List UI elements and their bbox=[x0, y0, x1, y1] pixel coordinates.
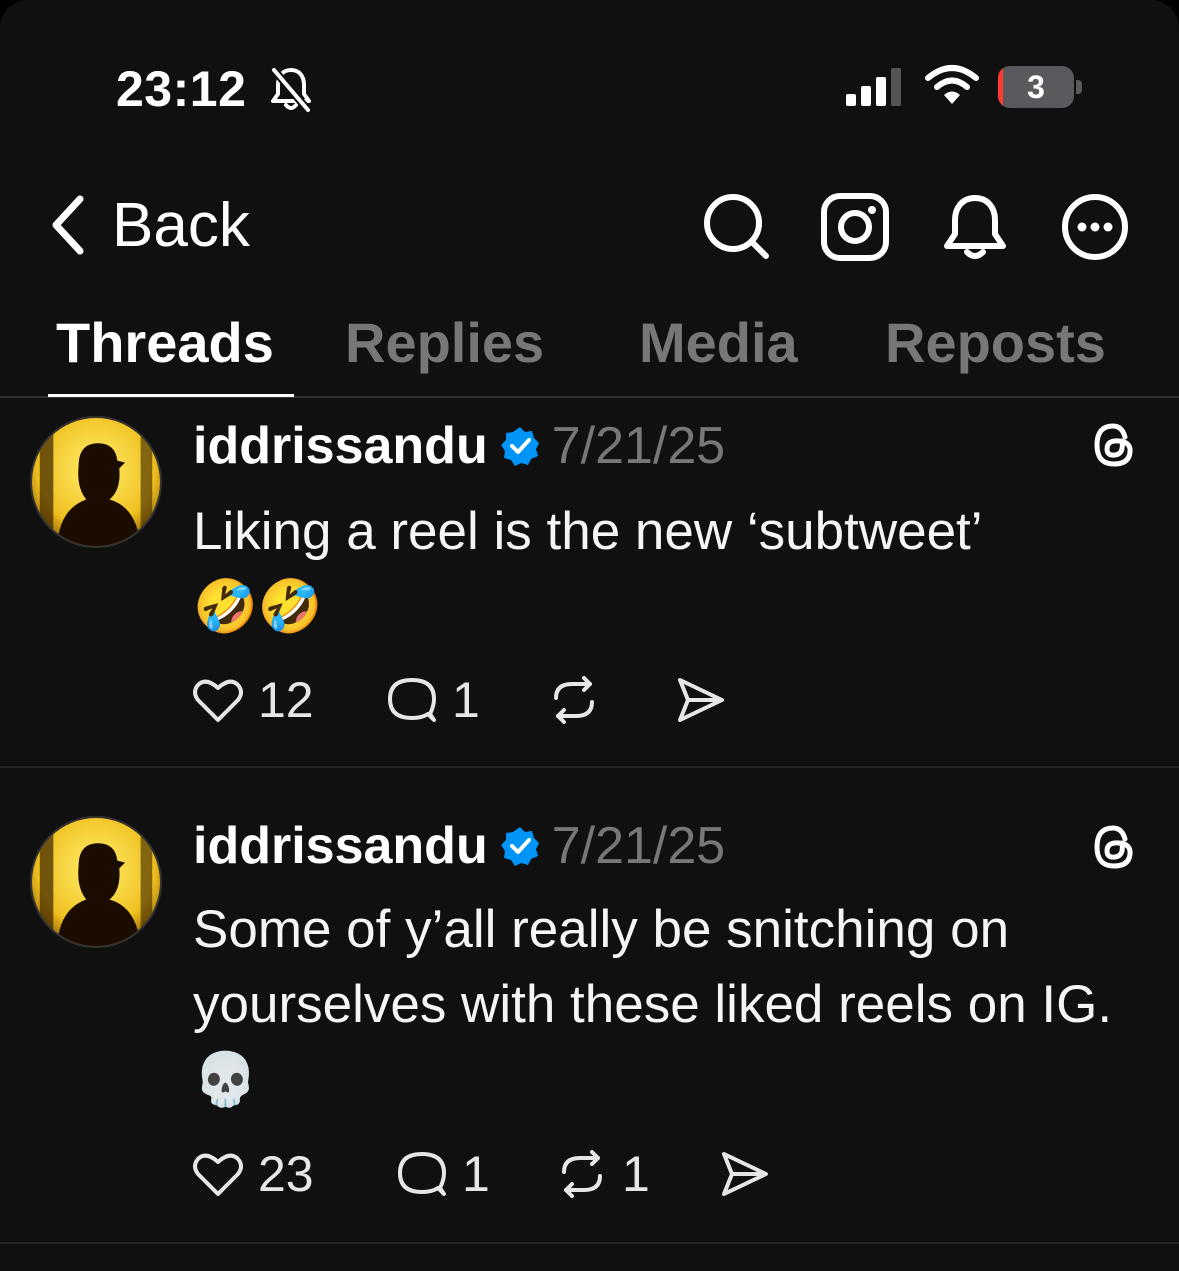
send-icon bbox=[722, 1152, 768, 1196]
like-button[interactable]: 23 bbox=[190, 1144, 314, 1204]
status-time: 23:12 bbox=[116, 61, 247, 117]
battery-indicator: 3 bbox=[998, 66, 1082, 108]
username[interactable]: iddrissandu bbox=[193, 416, 488, 476]
more-button[interactable] bbox=[1058, 190, 1132, 264]
threads-profile-screen: 23:12 3 Back Threads Replies Media Repos… bbox=[0, 0, 1179, 1271]
heart-icon bbox=[193, 1153, 243, 1196]
bell-icon bbox=[944, 195, 1006, 259]
post-actions: 23 1 1 bbox=[190, 1144, 810, 1204]
like-count: 12 bbox=[258, 672, 314, 728]
like-count: 23 bbox=[258, 1146, 314, 1202]
tab-media[interactable]: Media bbox=[639, 310, 798, 375]
wifi-icon bbox=[925, 65, 979, 104]
tab-replies[interactable]: Replies bbox=[345, 310, 544, 375]
username[interactable]: iddrissandu bbox=[193, 816, 488, 876]
instagram-button[interactable] bbox=[818, 190, 892, 264]
send-icon bbox=[678, 678, 724, 722]
like-button[interactable]: 12 bbox=[190, 670, 314, 730]
status-bar: 23:12 3 bbox=[0, 0, 1179, 170]
back-button[interactable]: Back bbox=[46, 188, 250, 262]
reply-count: 1 bbox=[462, 1146, 490, 1202]
thread-post[interactable]: iddrissandu 7/21/25 Liking a reel is the… bbox=[0, 398, 1179, 768]
post-text: Liking a reel is the new ‘subtweet’ 🤣🤣 bbox=[193, 502, 983, 637]
avatar[interactable] bbox=[30, 416, 162, 548]
battery-level: 3 bbox=[1027, 69, 1045, 105]
avatar[interactable] bbox=[30, 816, 162, 948]
post-text: Some of y’all really be snitching on you… bbox=[193, 900, 1113, 1110]
heart-icon bbox=[193, 679, 243, 722]
share-button[interactable] bbox=[672, 670, 728, 730]
reply-button[interactable]: 1 bbox=[384, 670, 480, 730]
search-button[interactable] bbox=[700, 190, 774, 264]
tab-threads[interactable]: Threads bbox=[56, 310, 274, 375]
tab-reposts[interactable]: Reposts bbox=[885, 310, 1106, 375]
threads-logo-icon[interactable] bbox=[1089, 420, 1139, 470]
avatar-silhouette-image bbox=[32, 418, 160, 546]
share-button[interactable] bbox=[716, 1144, 772, 1204]
back-label: Back bbox=[112, 190, 250, 260]
active-tab-indicator bbox=[48, 394, 294, 397]
repost-icon bbox=[562, 1150, 602, 1198]
reply-button[interactable]: 1 bbox=[394, 1144, 490, 1204]
repost-button[interactable] bbox=[546, 670, 614, 730]
more-icon bbox=[1062, 194, 1128, 260]
thread-post[interactable]: iddrissandu 7/21/25 Some of y’all really… bbox=[0, 768, 1179, 1244]
verified-badge-icon bbox=[500, 827, 539, 866]
repost-icon bbox=[554, 676, 594, 724]
post-emoji: 🤣🤣 bbox=[193, 577, 323, 637]
comment-icon bbox=[398, 1152, 446, 1196]
instagram-icon bbox=[821, 193, 889, 261]
notifications-button[interactable] bbox=[938, 190, 1012, 264]
post-date: 7/21/25 bbox=[551, 817, 726, 875]
verified-badge-icon bbox=[500, 427, 539, 466]
threads-logo-icon[interactable] bbox=[1089, 822, 1139, 872]
search-icon bbox=[704, 194, 769, 259]
post-emoji: 💀 bbox=[193, 1050, 258, 1110]
reply-count: 1 bbox=[452, 672, 480, 728]
post-actions: 12 1 bbox=[190, 670, 790, 730]
bell-off-icon bbox=[270, 67, 312, 113]
top-nav-bar: Back bbox=[0, 180, 1179, 270]
repost-button[interactable]: 1 bbox=[554, 1144, 650, 1204]
cellular-signal-icon bbox=[846, 68, 901, 106]
repost-count: 1 bbox=[622, 1146, 650, 1202]
comment-icon bbox=[388, 678, 436, 722]
profile-tabs: Threads Replies Media Reposts bbox=[0, 290, 1179, 398]
chevron-left-icon bbox=[52, 195, 84, 255]
post-date: 7/21/25 bbox=[551, 417, 726, 475]
avatar-silhouette-image bbox=[32, 818, 160, 946]
